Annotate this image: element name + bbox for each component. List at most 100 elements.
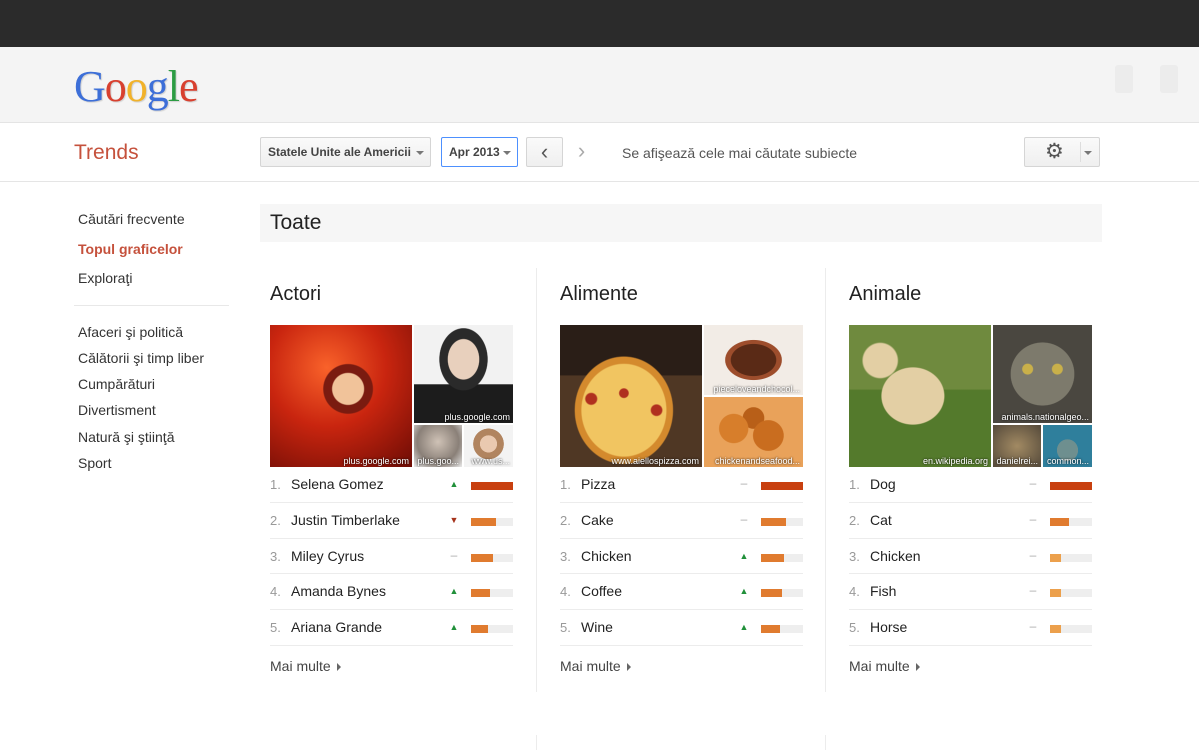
- collage-image-main[interactable]: www.aiellospizza.com: [560, 325, 702, 467]
- list-item[interactable]: 5. Ariana Grande ▲: [270, 610, 513, 646]
- list-item[interactable]: 1. Pizza –: [560, 467, 803, 503]
- sidebar-category-shopping[interactable]: Cumpărături: [78, 375, 238, 401]
- arrow-up-icon: ▲: [739, 586, 749, 597]
- list-item[interactable]: 4. Amanda Bynes ▲: [270, 574, 513, 611]
- collage-image-small[interactable]: danielrei...: [993, 425, 1041, 467]
- item-name[interactable]: Justin Timberlake: [291, 512, 400, 528]
- item-name[interactable]: Chicken: [870, 548, 921, 564]
- more-link[interactable]: Mai multe: [849, 658, 920, 674]
- item-name[interactable]: Coffee: [581, 583, 622, 599]
- item-name[interactable]: Chicken: [581, 548, 632, 564]
- rank-number: 1.: [849, 477, 860, 492]
- list-item[interactable]: 2. Cat –: [849, 503, 1092, 539]
- collage-image-small[interactable]: www.us...: [464, 425, 513, 467]
- sidebar-category-nature[interactable]: Natură şi ştiinţă: [78, 428, 238, 454]
- list-item[interactable]: 4. Coffee ▲: [560, 574, 803, 611]
- column-title[interactable]: Actori: [270, 268, 513, 325]
- image-collage[interactable]: en.wikipedia.org animals.nationalgeo... …: [849, 325, 1092, 467]
- item-name[interactable]: Amanda Bynes: [291, 583, 386, 599]
- list-item[interactable]: 4. Fish –: [849, 574, 1092, 611]
- list-item[interactable]: 3. Chicken –: [849, 539, 1092, 575]
- collage-image-secondary[interactable]: chickenandseafood...: [704, 397, 803, 467]
- chart-column-actors: Actori plus.google.com plus.google.com p…: [270, 268, 513, 676]
- popularity-bar: [1050, 589, 1092, 598]
- popularity-bar: [761, 589, 803, 598]
- collage-image-secondary[interactable]: animals.nationalgeo...: [993, 325, 1092, 423]
- sidebar-item-frequent[interactable]: Căutări frecvente: [78, 210, 238, 240]
- more-link-label: Mai multe: [560, 657, 621, 674]
- chevron-left-icon: ‹: [540, 139, 549, 164]
- column-title[interactable]: Alimente: [560, 268, 803, 325]
- next-month-button[interactable]: ›: [563, 137, 600, 167]
- rank-number: 2.: [560, 512, 571, 528]
- trends-title[interactable]: Trends: [74, 141, 139, 165]
- google-logo[interactable]: Google: [74, 61, 199, 112]
- popularity-bar-fill: [761, 625, 780, 634]
- more-link[interactable]: Mai multe: [270, 658, 341, 674]
- sidebar-category-sports[interactable]: Sport: [78, 454, 238, 480]
- collage-image-secondary[interactable]: pieceloveandchocol...: [704, 325, 803, 395]
- item-name[interactable]: Fish: [870, 583, 896, 599]
- image-caption: pieceloveandchocol...: [713, 384, 800, 394]
- sidebar-item-explore[interactable]: Exploraţi: [78, 269, 238, 299]
- item-name[interactable]: Cat: [870, 512, 892, 528]
- image-caption: animals.nationalgeo...: [1001, 412, 1089, 422]
- sidebar-category-travel[interactable]: Călătorii şi timp liber: [78, 349, 238, 375]
- item-name[interactable]: Cake: [581, 512, 614, 528]
- more-link[interactable]: Mai multe: [560, 658, 631, 674]
- image-collage[interactable]: plus.google.com plus.google.com plus.goo…: [270, 325, 513, 467]
- popularity-bar-fill: [1050, 553, 1061, 562]
- rank-number: 4.: [270, 584, 281, 600]
- image-collage[interactable]: www.aiellospizza.com pieceloveandchocol.…: [560, 325, 803, 467]
- list-item[interactable]: 5. Wine ▲: [560, 610, 803, 646]
- item-name[interactable]: Miley Cyrus: [291, 548, 364, 564]
- column-title[interactable]: Animale: [849, 268, 1092, 325]
- list-item[interactable]: 1. Dog –: [849, 467, 1092, 503]
- region-dropdown[interactable]: Statele Unite ale Americii: [260, 137, 431, 167]
- collage-image-main[interactable]: plus.google.com: [270, 325, 412, 467]
- logo-letter: g: [146, 62, 169, 111]
- chevron-down-icon: [416, 151, 424, 155]
- popularity-bar-fill: [1050, 589, 1061, 598]
- logo-letter: e: [179, 62, 199, 111]
- logo-letter: G: [74, 62, 106, 111]
- image-caption: common...: [1046, 456, 1089, 466]
- sidebar-category-business[interactable]: Afaceri şi politică: [78, 323, 238, 349]
- chart-column-animals: Animale en.wikipedia.org animals.nationa…: [849, 268, 1092, 676]
- sidebar-item-top-charts[interactable]: Topul graficelor: [78, 240, 238, 270]
- arrow-up-icon: ▲: [449, 622, 459, 633]
- item-name[interactable]: Pizza: [581, 476, 615, 492]
- dash-icon: –: [1029, 547, 1037, 562]
- item-name[interactable]: Ariana Grande: [291, 619, 382, 635]
- item-name[interactable]: Horse: [870, 619, 907, 635]
- sidebar-category-entertainment[interactable]: Divertisment: [78, 401, 238, 427]
- chevron-down-icon: [503, 151, 511, 155]
- settings-button[interactable]: ⚙: [1024, 137, 1100, 167]
- collage-image-small[interactable]: plus.goo...: [414, 425, 462, 467]
- list-item[interactable]: 3. Chicken ▲: [560, 539, 803, 575]
- item-name[interactable]: Wine: [581, 619, 613, 635]
- list-item[interactable]: 2. Cake –: [560, 503, 803, 539]
- item-name[interactable]: Selena Gomez: [291, 476, 384, 492]
- rank-number: 1.: [270, 477, 281, 492]
- list-item[interactable]: 3. Miley Cyrus –: [270, 539, 513, 575]
- collage-image-small[interactable]: common...: [1043, 425, 1092, 467]
- popularity-bar: [471, 589, 513, 598]
- list-item[interactable]: 2. Justin Timberlake ▼: [270, 503, 513, 539]
- collage-image-main[interactable]: en.wikipedia.org: [849, 325, 991, 467]
- chevron-down-icon: [1084, 151, 1092, 155]
- popularity-bar: [1050, 482, 1092, 490]
- sidebar-divider: [74, 304, 229, 306]
- collage-image-secondary[interactable]: plus.google.com: [414, 325, 513, 423]
- header-faded-icon: [1115, 65, 1133, 93]
- month-dropdown[interactable]: Apr 2013: [441, 137, 518, 167]
- button-divider: [1080, 142, 1081, 162]
- previous-month-button[interactable]: ‹: [526, 137, 563, 167]
- triangle-right-icon: [336, 662, 341, 671]
- dash-icon: –: [1029, 476, 1037, 490]
- rank-number: 4.: [849, 584, 860, 600]
- list-item[interactable]: 1. Selena Gomez ▲: [270, 467, 513, 503]
- item-name[interactable]: Dog: [870, 476, 896, 492]
- popularity-bar-fill: [471, 482, 513, 490]
- list-item[interactable]: 5. Horse –: [849, 610, 1092, 646]
